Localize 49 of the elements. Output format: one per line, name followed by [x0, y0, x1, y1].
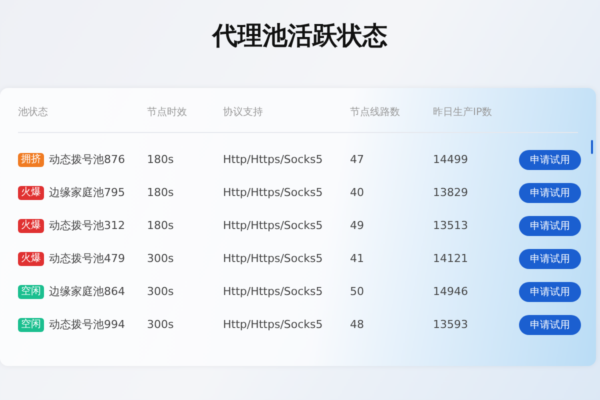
table-cell-text: 300s: [147, 285, 175, 298]
scrollbar-thumb[interactable]: [591, 140, 593, 154]
column-header: 节点时效: [147, 106, 188, 119]
table-cell-text: 14121: [433, 252, 469, 265]
pool-name: 动态拨号池876: [49, 152, 125, 167]
table-cell-text: Http/Https/Socks5: [223, 252, 324, 265]
table-cell-text: 41: [350, 252, 365, 265]
pool-name: 动态拨号池994: [49, 317, 125, 332]
table-cell-text: Http/Https/Socks5: [223, 219, 324, 232]
table-cell-text: 180s: [147, 219, 175, 232]
apply-trial-button[interactable]: 申请试用: [519, 182, 581, 202]
pool-name: 边缘家庭池795: [49, 185, 125, 200]
table-cell-text: 14946: [433, 285, 469, 298]
column-header: 节点线路数: [350, 106, 401, 119]
column-header: 协议支持: [223, 106, 264, 119]
status-badge: 火爆: [18, 218, 44, 232]
table-cell-text: 300s: [147, 318, 175, 331]
column-header: 昨日生产IP数: [433, 106, 493, 119]
pool-name: 动态拨号池479: [49, 251, 125, 266]
status-badge: 火爆: [18, 252, 44, 266]
status-badge: 火爆: [18, 186, 44, 200]
table-cell-text: 13829: [433, 186, 469, 199]
page-title: 代理池活跃状态: [210, 20, 388, 52]
table-cell-text: Http/Https/Socks5: [223, 186, 324, 199]
table-cell-text: 48: [350, 318, 365, 331]
table-cell-text: Http/Https/Socks5: [223, 153, 324, 166]
table-cell-text: 300s: [147, 252, 175, 265]
table-cell-text: 40: [350, 186, 365, 199]
table-cell-text: 49: [350, 219, 365, 232]
apply-trial-button[interactable]: 申请试用: [519, 150, 581, 170]
status-badge: 拥挤: [18, 152, 44, 166]
table-cell-text: 13513: [433, 219, 469, 232]
pool-name: 边缘家庭池864: [49, 284, 125, 299]
status-badge: 空闲: [18, 318, 44, 332]
pool-name: 动态拨号池312: [49, 218, 125, 233]
apply-trial-button[interactable]: 申请试用: [519, 282, 581, 302]
table-cell-text: Http/Https/Socks5: [223, 318, 324, 331]
apply-trial-button[interactable]: 申请试用: [519, 314, 581, 334]
apply-trial-button[interactable]: 申请试用: [519, 216, 581, 236]
table-cell-text: 14499: [433, 153, 469, 166]
table-cell-text: 180s: [147, 186, 175, 199]
column-header: 池状态: [18, 106, 49, 119]
table-cell-text: 13593: [433, 318, 469, 331]
apply-trial-button[interactable]: 申请试用: [519, 248, 581, 268]
table-cell-text: 180s: [147, 153, 175, 166]
status-badge: 空闲: [18, 284, 44, 298]
table-cell-text: 50: [350, 285, 365, 298]
table-cell-text: Http/Https/Socks5: [223, 285, 324, 298]
table-cell-text: 47: [350, 153, 365, 166]
